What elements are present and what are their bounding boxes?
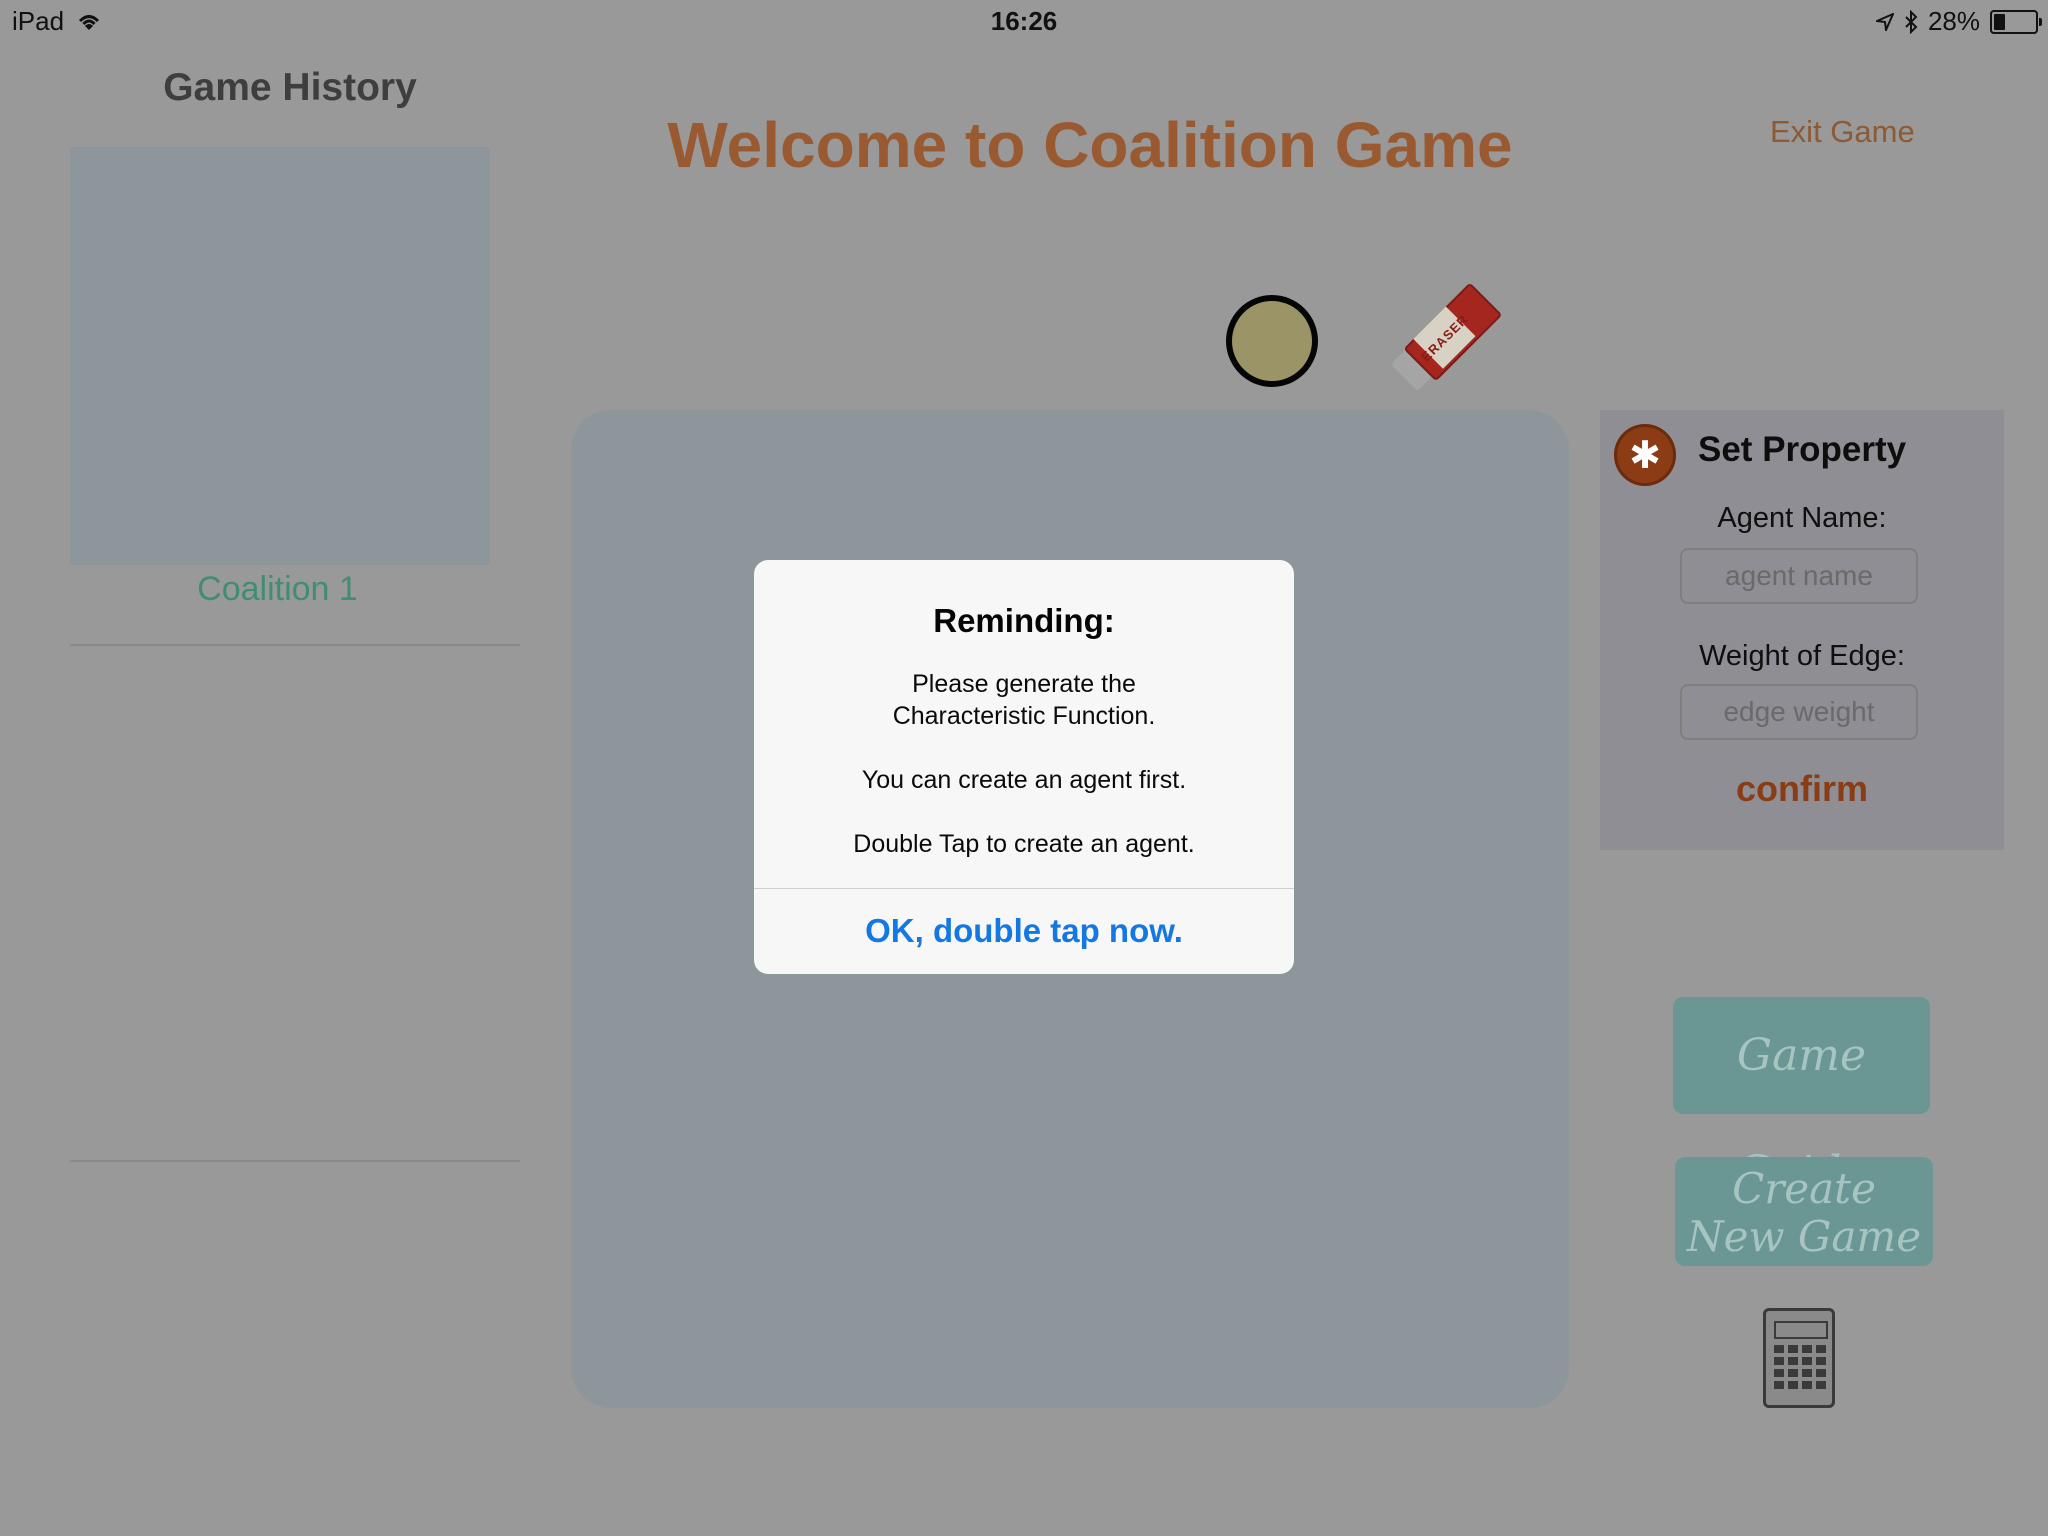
battery-icon bbox=[1990, 9, 2042, 34]
calculator-icon[interactable] bbox=[1763, 1308, 1835, 1408]
gear-icon: ✱ bbox=[1614, 424, 1676, 486]
eraser-icon[interactable]: ERASER bbox=[1389, 282, 1503, 392]
exit-game-button[interactable]: Exit Game bbox=[1770, 114, 1915, 150]
location-arrow-icon bbox=[1875, 12, 1894, 31]
alert-ok-button[interactable]: OK, double tap now. bbox=[754, 888, 1294, 974]
game-history-title: Game History bbox=[163, 66, 417, 109]
status-bar-right: 28% bbox=[1875, 6, 2042, 37]
status-time: 16:26 bbox=[990, 6, 1058, 36]
alert-message-line: You can create an agent first. bbox=[861, 766, 1187, 794]
agent-name-input[interactable] bbox=[1680, 548, 1918, 604]
game-guide-button[interactable]: Game Guide bbox=[1673, 997, 1930, 1198]
battery-percent: 28% bbox=[1927, 6, 1980, 36]
create-new-game-line2: New Game bbox=[1686, 1212, 1922, 1261]
alert-title: Reminding: bbox=[933, 602, 1115, 639]
edge-weight-label: Weight of Edge: bbox=[1699, 640, 1905, 672]
create-new-game-line1: Create bbox=[1732, 1164, 1876, 1213]
alert-message-line: Characteristic Function. bbox=[892, 702, 1156, 730]
bluetooth-icon bbox=[1905, 9, 1918, 34]
coalition-thumbnail[interactable] bbox=[70, 147, 490, 565]
history-divider bbox=[70, 644, 520, 646]
battery-fill bbox=[1994, 13, 2005, 30]
history-divider bbox=[70, 1160, 520, 1162]
agent-name-label: Agent Name: bbox=[1717, 502, 1887, 534]
reminder-alert: Reminding: Please generate the Character… bbox=[754, 560, 1294, 974]
confirm-button[interactable]: confirm bbox=[1600, 768, 2004, 810]
edge-weight-input[interactable] bbox=[1680, 684, 1918, 740]
alert-message-line: Please generate the bbox=[912, 670, 1136, 698]
page-title: Welcome to Coalition Game bbox=[667, 109, 1513, 181]
coalition-history-item[interactable]: Coalition 1 bbox=[70, 570, 485, 609]
create-new-game-button[interactable]: Create New Game bbox=[1675, 1157, 1933, 1266]
set-property-title: Set Property bbox=[1698, 430, 1907, 469]
circle-node-icon[interactable] bbox=[1226, 295, 1318, 387]
alert-message-line: Double Tap to create an agent. bbox=[853, 830, 1195, 858]
